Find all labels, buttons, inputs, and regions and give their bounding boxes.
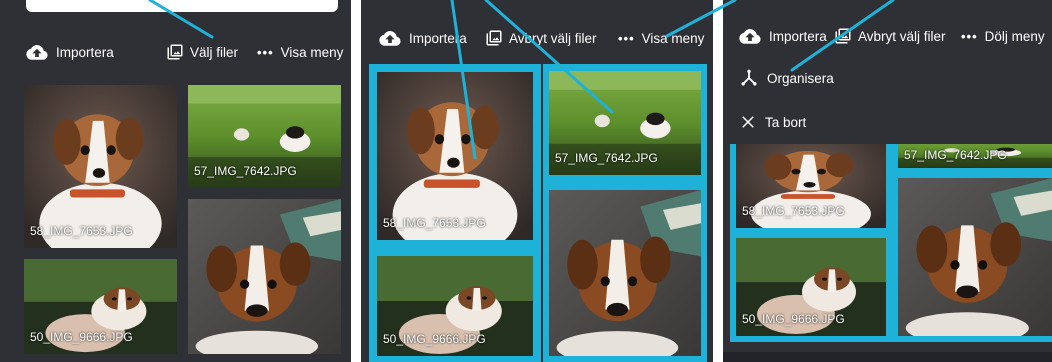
screen-select-mode: Importera Avbryt välj filer ••• Visa men… [361, 0, 713, 362]
cancel-select-button[interactable]: Avbryt välj filer [485, 29, 597, 47]
import-label: Importera [56, 44, 114, 60]
photo-tile[interactable]: 57_IMG_7642.JPG [188, 85, 341, 188]
import-label: Importera [769, 28, 827, 44]
photo-tile[interactable]: 50_IMG_9666.JPG [736, 238, 886, 336]
show-menu-label: Visa meny [280, 44, 344, 60]
toolbar: Importera Avbryt välj filer ••• Visa men… [361, 18, 713, 58]
photo-caption: 50_IMG_9666.JPG [30, 330, 133, 344]
photo-caption: 58_IMG_7653.JPG [383, 216, 486, 230]
hide-menu-button[interactable]: ••• Dölj meny [961, 29, 1045, 44]
show-menu-button[interactable]: ••• Visa meny [257, 45, 343, 60]
organize-icon [739, 68, 759, 88]
cloud-upload-icon [739, 25, 761, 47]
photo-tile[interactable] [898, 178, 1052, 336]
import-button[interactable]: Importera [26, 41, 114, 63]
photo-tile[interactable]: 57_IMG_7642.JPG [549, 71, 701, 175]
screen-menu-open: Importera Avbryt välj filer ••• Dölj men… [723, 0, 1052, 362]
photo-caption: 58_IMG_7653.JPG [742, 204, 845, 218]
photo-tile[interactable]: 50_IMG_9666.JPG [377, 256, 533, 356]
menu-item-delete[interactable]: Ta bort [723, 100, 1052, 144]
photo-tile[interactable]: 58_IMG_7653.JPG [377, 72, 533, 240]
more-dots-icon: ••• [257, 44, 274, 60]
import-button[interactable]: Importera [379, 27, 467, 49]
photo-tile[interactable]: 58_IMG_7653.JPG [736, 134, 886, 228]
cancel-select-label: Avbryt välj filer [509, 30, 597, 46]
search-bar[interactable] [26, 0, 338, 12]
show-menu-label: Visa meny [641, 30, 705, 46]
gallery-icon [166, 43, 184, 61]
import-label: Importera [409, 30, 467, 46]
photo-caption: 57_IMG_7642.JPG [555, 151, 658, 165]
photo-caption: 50_IMG_9666.JPG [383, 332, 486, 346]
screen-default: Importera Välj filer ••• Visa meny 58_IM… [0, 0, 351, 362]
toolbar: Importera Avbryt välj filer ••• Dölj men… [723, 16, 1052, 56]
more-dots-icon: ••• [618, 30, 635, 46]
delete-label: Ta bort [765, 114, 807, 130]
hide-menu-label: Dölj meny [984, 28, 1045, 44]
photo-image [898, 178, 1052, 336]
select-files-button[interactable]: Välj filer [166, 43, 238, 61]
cancel-select-label: Avbryt välj filer [858, 28, 946, 44]
select-files-label: Välj filer [190, 44, 239, 60]
photo-image [188, 199, 341, 354]
cloud-upload-icon [379, 27, 401, 49]
menu-item-organize[interactable]: Organisera [723, 56, 1052, 100]
photo-image [549, 190, 701, 356]
toolbar: Importera Välj filer ••• Visa meny [0, 32, 351, 72]
photo-caption: 57_IMG_7642.JPG [194, 164, 297, 178]
photo-tile[interactable]: 58_IMG_7653.JPG [24, 85, 177, 248]
photo-caption: 57_IMG_7642.JPG [904, 148, 1007, 162]
organize-label: Organisera [767, 70, 834, 86]
import-button[interactable]: Importera [739, 25, 827, 47]
more-dots-icon: ••• [961, 28, 978, 44]
cancel-select-button[interactable]: Avbryt välj filer [834, 27, 946, 45]
gallery-icon [834, 27, 852, 45]
cloud-upload-icon [26, 41, 48, 63]
close-icon [739, 113, 757, 131]
photo-tile[interactable]: 50_IMG_9666.JPG [24, 259, 177, 354]
photo-caption: 50_IMG_9666.JPG [742, 312, 845, 326]
gallery-icon [485, 29, 503, 47]
photo-image [377, 72, 533, 240]
photo-tile[interactable] [188, 199, 341, 354]
photo-caption: 58_IMG_7653.JPG [30, 224, 133, 238]
show-menu-button[interactable]: ••• Visa meny [618, 31, 704, 46]
photo-tile[interactable] [549, 190, 701, 356]
bottom-nav-bar [723, 352, 1052, 362]
